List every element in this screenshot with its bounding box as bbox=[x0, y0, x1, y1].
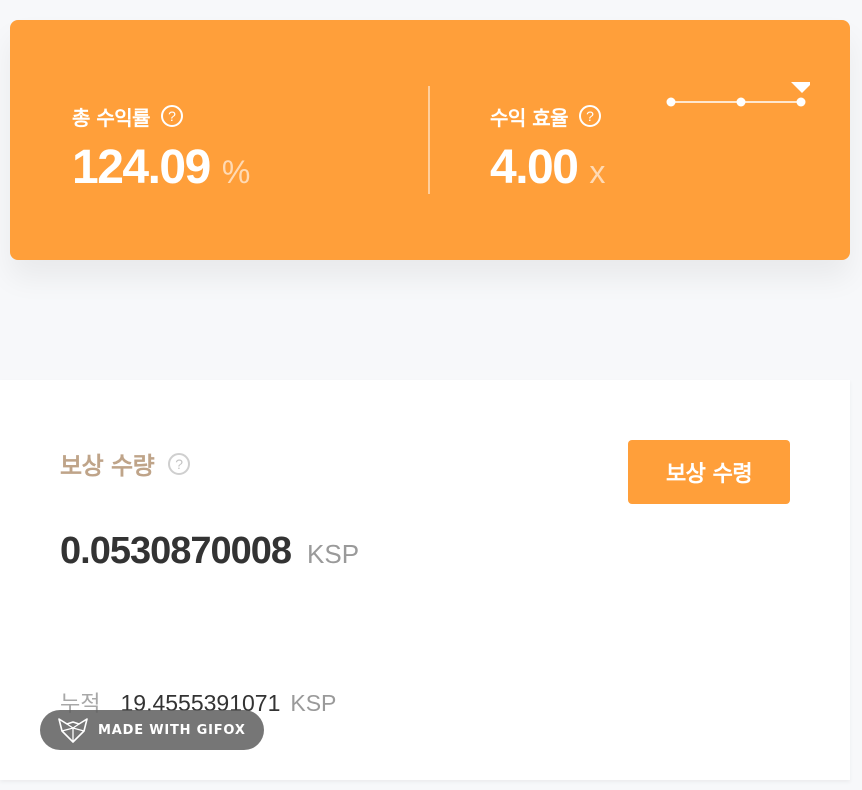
slider-step-3[interactable] bbox=[796, 97, 806, 107]
return-efficiency-value: 4.00 bbox=[490, 141, 579, 194]
stat-divider bbox=[428, 86, 430, 194]
slider-marker-icon[interactable] bbox=[791, 82, 810, 93]
return-efficiency-value-row: 4.00 x bbox=[490, 140, 605, 195]
fox-logo-icon bbox=[58, 718, 88, 743]
help-icon[interactable]: ? bbox=[579, 105, 602, 127]
reward-unit: KSP bbox=[307, 539, 360, 569]
return-efficiency-label-row: 수익 효율 ? bbox=[490, 100, 605, 132]
watermark-text: MADE WITH GIFOX bbox=[98, 722, 246, 738]
return-efficiency-unit: x bbox=[589, 154, 606, 190]
reward-amount-row: 0.0530870008 KSP bbox=[60, 530, 359, 573]
claim-reward-button[interactable]: 보상 수령 bbox=[628, 440, 790, 504]
total-return-value-row: 124.09 % bbox=[72, 140, 250, 195]
help-icon[interactable]: ? bbox=[161, 105, 184, 127]
help-icon[interactable]: ? bbox=[168, 452, 191, 475]
reward-title-row: 보상 수량 ? bbox=[60, 446, 191, 481]
return-efficiency-stat: 수익 효율 ? 4.00 x bbox=[490, 100, 605, 195]
total-return-label-row: 총 수익률 ? bbox=[72, 100, 250, 132]
stats-card: 총 수익률 ? 124.09 % 수익 효율 ? 4.00 x bbox=[10, 20, 850, 260]
reward-title: 보상 수량 bbox=[60, 452, 155, 480]
total-return-stat: 총 수익률 ? 124.09 % bbox=[72, 100, 250, 195]
total-return-unit: % bbox=[221, 154, 251, 190]
return-efficiency-label: 수익 효율 bbox=[490, 105, 569, 130]
gifox-watermark: MADE WITH GIFOX bbox=[40, 710, 264, 750]
efficiency-slider[interactable] bbox=[660, 78, 810, 118]
reward-amount: 0.0530870008 bbox=[60, 530, 292, 572]
cumulative-unit: KSP bbox=[290, 690, 337, 716]
slider-step-2[interactable] bbox=[736, 97, 746, 107]
total-return-label: 총 수익률 bbox=[72, 105, 151, 130]
total-return-value: 124.09 bbox=[72, 141, 211, 194]
slider-step-1[interactable] bbox=[666, 97, 676, 107]
